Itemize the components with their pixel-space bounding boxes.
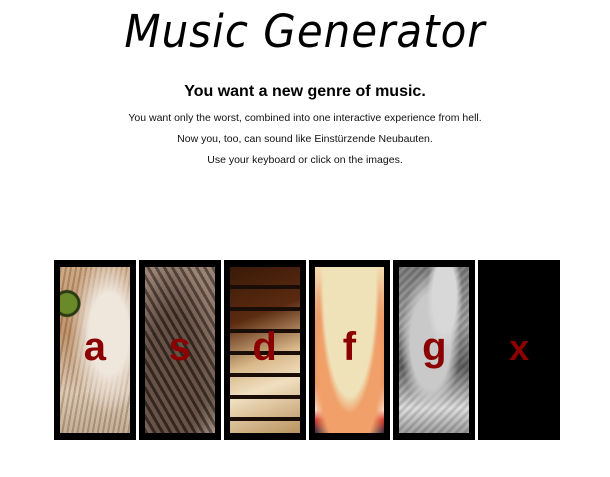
sound-key-x[interactable]: x [478, 260, 561, 440]
key-letter-g: g [422, 324, 447, 369]
sound-key-s[interactable]: s [138, 260, 221, 440]
key-letter-s: s [168, 324, 191, 369]
sound-key-d[interactable]: d [223, 260, 306, 440]
sound-key-g[interactable]: g [393, 260, 476, 440]
sound-key-a[interactable]: a [54, 260, 136, 440]
page-title: Music Generator [124, 4, 486, 58]
intro-line-2: Now you, too, can sound like Einstürzend… [177, 133, 433, 145]
sound-key-f[interactable]: f [308, 260, 391, 440]
key-letter-x: x [509, 327, 530, 368]
subtitle: You want a new genre of music. [184, 83, 426, 100]
intro-line-3: Use your keyboard or click on the images… [207, 154, 403, 166]
key-letter-a: a [83, 324, 107, 369]
key-letter-f: f [342, 324, 357, 369]
page: Music Generator You want a new genre of … [0, 0, 610, 477]
sound-key-row: a s d f g x [54, 260, 561, 440]
key-letter-d: d [252, 324, 277, 369]
intro-line-1: You want only the worst, combined into o… [128, 112, 482, 124]
